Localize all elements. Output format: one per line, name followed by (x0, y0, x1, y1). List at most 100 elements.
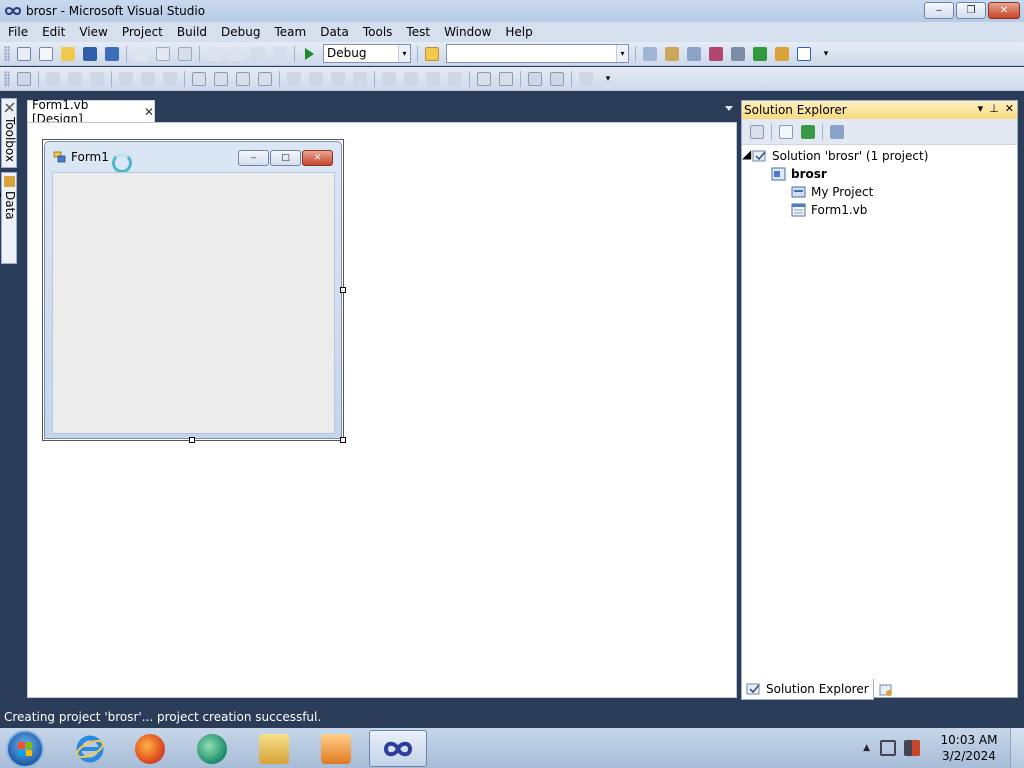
start-button[interactable] (6, 730, 44, 768)
restore-button[interactable]: ❐ (956, 2, 986, 19)
align-rights-button[interactable] (86, 69, 108, 89)
menu-team[interactable]: Team (267, 22, 313, 42)
menu-window[interactable]: Window (437, 22, 498, 42)
tree-node-solution[interactable]: Solution 'brosr' (1 project) (752, 147, 928, 165)
properties-window-button[interactable] (661, 44, 683, 64)
open-file-button[interactable] (57, 44, 79, 64)
volume-muted-icon[interactable] (904, 740, 920, 756)
make-same-height-button[interactable] (210, 69, 232, 89)
toolbar-grip[interactable] (4, 45, 10, 62)
minimize-button[interactable]: ‒ (924, 2, 954, 19)
start-debugging-button[interactable] (298, 44, 320, 64)
decrease-horizontal-spacing-button[interactable] (327, 69, 349, 89)
close-icon[interactable]: ✕ (144, 105, 154, 119)
solution-explorer-button[interactable] (639, 44, 661, 64)
toolbox-tab[interactable]: Toolbox (1, 98, 17, 168)
menu-data[interactable]: Data (313, 22, 356, 42)
decrease-vertical-spacing-button[interactable] (422, 69, 444, 89)
send-to-back-button[interactable] (546, 69, 568, 89)
tree-node-form1[interactable]: Form1.vb (791, 201, 867, 219)
data-sources-tab[interactable]: Data Sources (0, 172, 17, 264)
menu-help[interactable]: Help (498, 22, 539, 42)
show-hidden-icons-button[interactable]: ▲ (863, 743, 870, 753)
chevron-down-icon[interactable]: ▾ (398, 45, 410, 62)
make-same-width-button[interactable] (188, 69, 210, 89)
active-files-dropdown[interactable] (725, 106, 733, 111)
bring-to-front-button[interactable] (524, 69, 546, 89)
center-horizontally-button[interactable] (473, 69, 495, 89)
find-combo[interactable]: ▾ (446, 44, 629, 63)
close-button[interactable]: ✕ (988, 2, 1020, 19)
horizontal-spacing-equal-button[interactable] (283, 69, 305, 89)
form1-client-area[interactable] (52, 172, 335, 434)
align-centers-button[interactable] (64, 69, 86, 89)
align-lefts-button[interactable] (42, 69, 64, 89)
close-icon[interactable]: ✕ (1005, 102, 1014, 115)
show-all-files-button[interactable] (775, 122, 797, 142)
tree-node-project[interactable]: brosr (771, 165, 827, 183)
center-vertically-button[interactable] (495, 69, 517, 89)
menu-debug[interactable]: Debug (214, 22, 267, 42)
align-to-grid-button[interactable] (13, 69, 35, 89)
find-in-files-button[interactable] (421, 44, 443, 64)
form-maximize-button[interactable]: □ (270, 150, 301, 166)
auto-hide-pin-icon[interactable]: ⊥ (989, 102, 999, 115)
vertical-spacing-equal-button[interactable] (378, 69, 400, 89)
chevron-down-icon[interactable]: ▾ (616, 45, 628, 62)
window-position-icon[interactable]: ▾ (978, 102, 984, 115)
form-minimize-button[interactable]: ‒ (238, 150, 269, 166)
view-class-diagram-button[interactable] (826, 122, 848, 142)
taskbar-firefox[interactable] (121, 730, 179, 767)
designer-surface[interactable]: Form1 ‒ □ ✕ (27, 122, 737, 698)
tab-team-explorer[interactable]: Team Explorer (874, 679, 988, 700)
form1-window[interactable]: Form1 ‒ □ ✕ (44, 141, 342, 439)
show-desktop-button[interactable] (1010, 728, 1024, 768)
command-window-button[interactable] (793, 44, 815, 64)
remove-horizontal-spacing-button[interactable] (349, 69, 371, 89)
expand-arrow-icon[interactable]: ◢ (742, 147, 751, 161)
taskbar-media-app[interactable] (183, 730, 241, 767)
resize-handle-right[interactable] (340, 287, 346, 293)
clock[interactable]: 10:03 AM 3/2/2024 (928, 732, 1010, 764)
tree-node-my-project[interactable]: My Project (791, 183, 873, 201)
save-button[interactable] (79, 44, 101, 64)
menu-edit[interactable]: Edit (35, 22, 72, 42)
layout-toolbar-options-button[interactable]: ▾ (597, 69, 619, 89)
menu-build[interactable]: Build (170, 22, 214, 42)
menu-view[interactable]: View (72, 22, 114, 42)
menu-tools[interactable]: Tools (356, 22, 400, 42)
navigate-backward-button[interactable] (247, 44, 269, 64)
redo-button[interactable] (225, 44, 247, 64)
copy-button[interactable] (152, 44, 174, 64)
taskbar-file-explorer[interactable] (245, 730, 303, 767)
undo-button[interactable] (203, 44, 225, 64)
form1-selection[interactable]: Form1 ‒ □ ✕ (42, 139, 346, 443)
object-browser-button[interactable] (683, 44, 705, 64)
taskbar-media-player[interactable] (307, 730, 365, 767)
resize-handle-bottom-right[interactable] (340, 437, 346, 443)
tab-order-button[interactable] (575, 69, 597, 89)
menu-file[interactable]: File (0, 22, 35, 42)
taskbar-internet-explorer[interactable] (61, 730, 119, 767)
extension-manager-button[interactable] (727, 44, 749, 64)
align-bottoms-button[interactable] (159, 69, 181, 89)
server-explorer-button[interactable] (771, 44, 793, 64)
toolbar-options-button[interactable]: ▾ (815, 44, 837, 64)
network-icon[interactable] (880, 740, 896, 756)
menu-project[interactable]: Project (115, 22, 170, 42)
resize-handle-bottom[interactable] (189, 437, 195, 443)
align-tops-button[interactable] (115, 69, 137, 89)
toolbar-grip[interactable] (4, 70, 10, 87)
navigate-forward-button[interactable] (269, 44, 291, 64)
align-middles-button[interactable] (137, 69, 159, 89)
solution-configuration-combo[interactable]: Debug ▾ (323, 44, 411, 63)
new-project-button[interactable] (13, 44, 35, 64)
save-all-button[interactable] (101, 44, 123, 64)
taskbar-visual-studio[interactable] (369, 730, 427, 767)
size-to-grid-button[interactable] (254, 69, 276, 89)
tab-form1-design[interactable]: Form1.vb [Design] ✕ (27, 98, 155, 126)
increase-horizontal-spacing-button[interactable] (305, 69, 327, 89)
make-same-size-button[interactable] (232, 69, 254, 89)
toolbox-button[interactable] (705, 44, 727, 64)
add-item-button[interactable] (35, 44, 57, 64)
